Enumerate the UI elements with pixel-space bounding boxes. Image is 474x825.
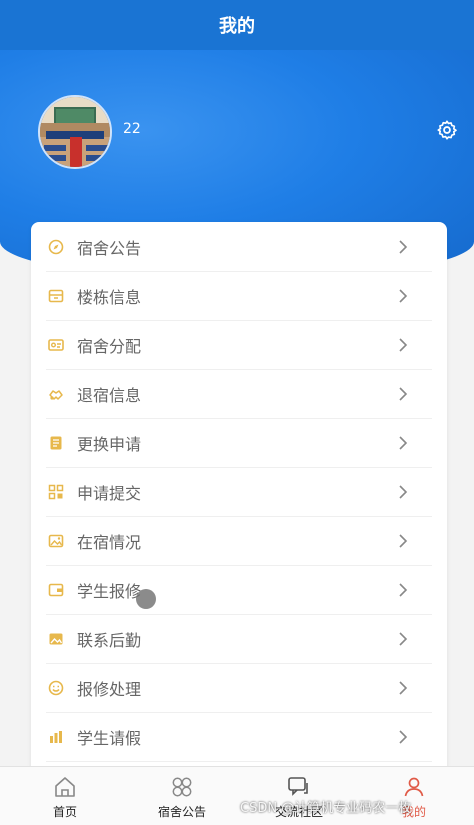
home-icon — [55, 777, 75, 797]
menu-card: 宿舍公告 楼栋信息 宿舍分配 退宿信息 更换申请 申请提交 在宿情况 学生报修 … — [31, 222, 447, 774]
page-title: 我的 — [219, 16, 255, 37]
chevron-right-icon — [399, 680, 408, 695]
menu-item-dorm-allocation[interactable]: 宿舍分配 — [46, 320, 432, 370]
tab-home[interactable]: 首页 — [6, 767, 124, 825]
menu-item-contact-logistics[interactable]: 联系后勤 — [46, 614, 432, 664]
chevron-right-icon — [399, 288, 408, 303]
menu-item-label: 宿舍分配 — [77, 336, 142, 356]
username: 22 — [123, 121, 141, 137]
menu-item-label: 学生报修 — [77, 581, 142, 601]
tab-community[interactable]: 交流社区 — [240, 767, 358, 825]
menu-item-student-leave[interactable]: 学生请假 — [46, 712, 432, 762]
avatar[interactable] — [38, 95, 112, 169]
bottom-tab-bar: 首页 宿舍公告 交流社区 我的 — [0, 766, 474, 825]
menu-item-label: 宿舍公告 — [77, 238, 142, 258]
menu-item-label: 报修处理 — [77, 679, 142, 699]
box-icon — [48, 288, 64, 304]
tab-label: 宿舍公告 — [157, 805, 206, 819]
chevron-right-icon — [399, 239, 408, 254]
menu-item-checkout-info[interactable]: 退宿信息 — [46, 369, 432, 419]
touch-indicator — [136, 589, 156, 609]
menu-item-label: 学生请假 — [77, 728, 142, 748]
menu-item-submit-application[interactable]: 申请提交 — [46, 467, 432, 517]
menu-item-student-repair[interactable]: 学生报修 — [46, 565, 432, 615]
menu-item-label: 申请提交 — [77, 483, 142, 503]
chevron-right-icon — [399, 435, 408, 450]
tab-label: 首页 — [52, 805, 77, 819]
menu-item-label: 楼栋信息 — [77, 287, 142, 307]
menu-item-building-info[interactable]: 楼栋信息 — [46, 271, 432, 321]
card-icon — [48, 337, 64, 353]
wallet-icon — [48, 582, 64, 598]
handshake-icon — [48, 386, 64, 402]
chevron-right-icon — [399, 631, 408, 646]
menu-item-dorm-announcement[interactable]: 宿舍公告 — [46, 222, 432, 272]
chevron-right-icon — [399, 729, 408, 744]
watermark: CSDN @计算机专业码农一枚 — [240, 801, 412, 816]
menu-item-label: 退宿信息 — [77, 385, 142, 405]
chevron-right-icon — [399, 386, 408, 401]
tab-mine[interactable]: 我的 — [355, 767, 473, 825]
picture-icon — [48, 631, 64, 647]
document-icon — [48, 435, 64, 451]
gear-icon[interactable] — [436, 119, 458, 141]
bar-chart-icon — [48, 729, 64, 745]
picture-icon — [48, 533, 64, 549]
menu-item-label: 更换申请 — [77, 434, 142, 454]
chevron-right-icon — [399, 484, 408, 499]
menu-item-label: 在宿情况 — [77, 532, 142, 552]
dormitory-photo — [40, 97, 110, 167]
grid-icon — [48, 484, 64, 500]
clover-icon — [172, 777, 192, 797]
menu-item-label: 联系后勤 — [77, 630, 142, 650]
chevron-right-icon — [399, 337, 408, 352]
chevron-right-icon — [399, 533, 408, 548]
chat-icon — [288, 777, 308, 796]
smile-icon — [48, 680, 64, 696]
menu-item-change-request[interactable]: 更换申请 — [46, 418, 432, 468]
compass-icon — [48, 239, 64, 255]
chevron-right-icon — [399, 582, 408, 597]
page-title-bar: 我的 — [0, 0, 474, 50]
menu-item-residence-status[interactable]: 在宿情况 — [46, 516, 432, 566]
tab-dorm-announcement[interactable]: 宿舍公告 — [123, 767, 241, 825]
menu-item-repair-handling[interactable]: 报修处理 — [46, 663, 432, 713]
user-icon — [404, 777, 424, 797]
